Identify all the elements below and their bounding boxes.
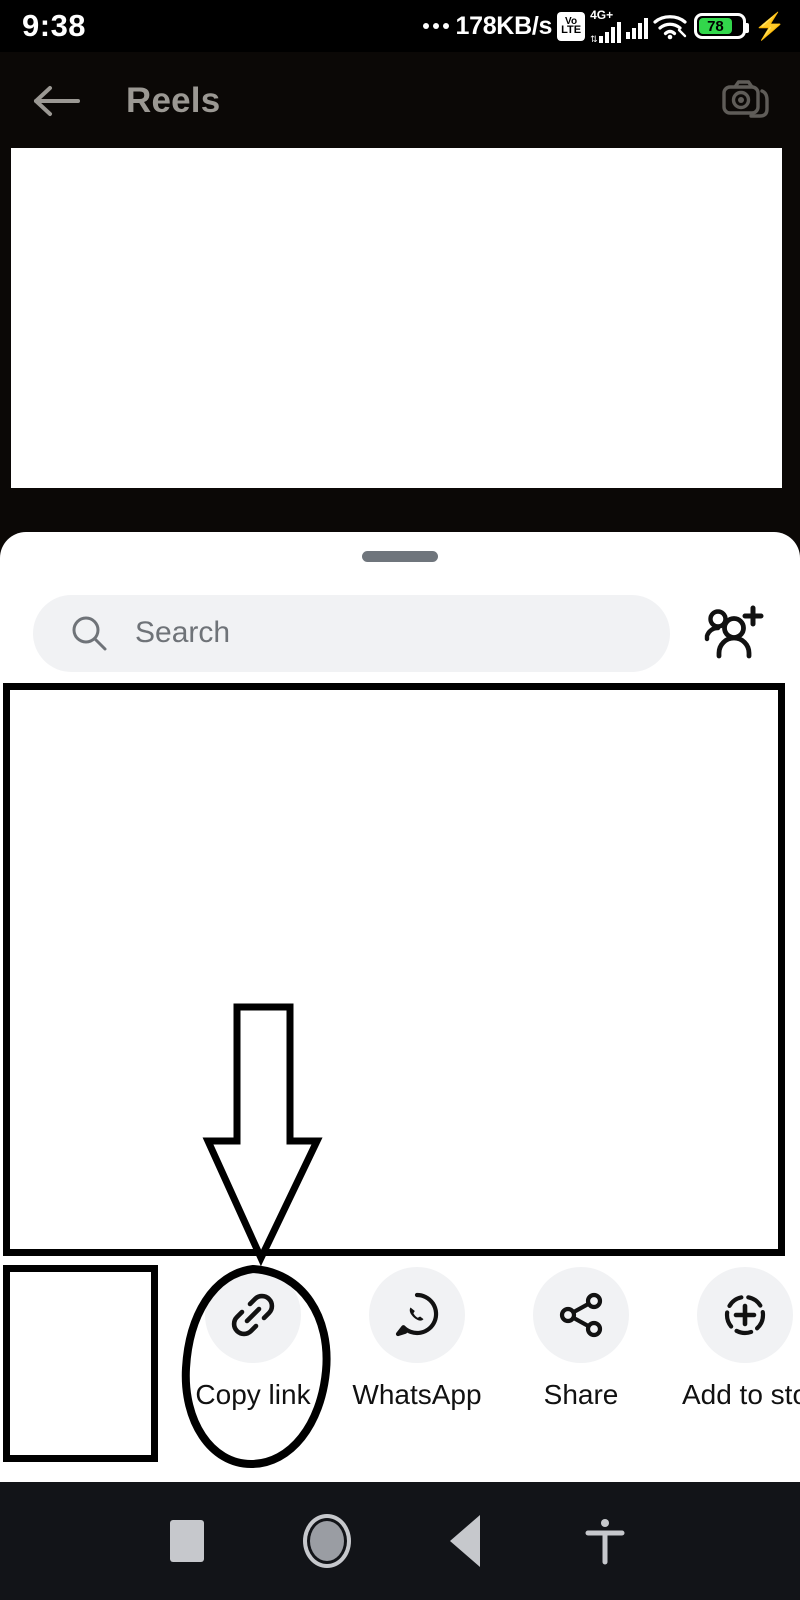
circle-icon[interactable] — [302, 1514, 351, 1568]
square-icon[interactable] — [169, 1520, 204, 1562]
battery-percent-label: 78 — [698, 18, 733, 35]
signal-bars-primary-icon: 4G+ ⇅ — [590, 7, 621, 44]
android-nav-bar — [0, 1482, 800, 1600]
camera-icon[interactable] — [718, 74, 772, 128]
share-button[interactable] — [533, 1267, 629, 1363]
phone-screen: 9:38 178KB/s Vo LTE 4G+ ⇅ 78 ⚡ Reels Sea… — [0, 0, 800, 1600]
triangle-back-icon[interactable] — [449, 1515, 480, 1567]
search-input[interactable]: Search — [33, 594, 670, 672]
search-placeholder: Search — [135, 616, 231, 649]
network-type-label: 4G+ — [590, 7, 614, 22]
signal-bars-secondary-icon — [625, 17, 648, 39]
wifi-icon — [653, 15, 687, 40]
status-bar: 9:38 178KB/s Vo LTE 4G+ ⇅ 78 ⚡ — [0, 0, 800, 52]
app-header: Reels — [0, 52, 800, 149]
charging-bolt-icon: ⚡ — [753, 10, 786, 41]
share-sheet: Search Copy link WhatsApp Share Add to s… — [0, 532, 800, 1482]
back-arrow-icon[interactable] — [28, 73, 84, 129]
add-to-story-icon — [724, 1294, 766, 1336]
data-updown-icon: ⇅ — [590, 33, 598, 44]
share-target-label: Share — [543, 1379, 619, 1410]
share-target-whatsapp[interactable]: WhatsApp — [335, 1267, 499, 1411]
status-bar-icons: 178KB/s Vo LTE 4G+ ⇅ 78 ⚡ — [422, 7, 786, 44]
status-bar-clock: 9:38 — [22, 8, 87, 43]
reel-video-area[interactable] — [11, 148, 782, 488]
overflow-dots-icon — [422, 23, 449, 29]
add-to-story-button[interactable] — [697, 1267, 793, 1363]
share-nodes-icon — [559, 1292, 603, 1338]
add-people-icon[interactable] — [694, 604, 772, 662]
search-row: Search — [0, 583, 800, 683]
accessibility-icon[interactable] — [579, 1515, 631, 1567]
share-target-label: WhatsApp — [352, 1379, 482, 1410]
whatsapp-button[interactable] — [369, 1267, 465, 1363]
share-target-label: Add to sto — [681, 1379, 800, 1410]
share-target-row: Copy link WhatsApp Share Add to sto — [0, 1267, 800, 1457]
drag-handle[interactable] — [362, 551, 438, 562]
share-target-copy-link[interactable]: Copy link — [171, 1267, 335, 1411]
search-icon — [72, 616, 107, 651]
share-target-share[interactable]: Share — [499, 1267, 663, 1411]
network-speed-label: 178KB/s — [455, 11, 553, 40]
volte-bottom-text: LTE — [561, 24, 582, 36]
share-target-add-to-story[interactable]: Add to sto — [663, 1267, 800, 1411]
link-icon — [231, 1293, 275, 1337]
volte-badge-icon: Vo LTE — [557, 11, 586, 41]
whatsapp-icon — [395, 1292, 439, 1337]
page-title: Reels — [126, 80, 221, 120]
copy-link-button[interactable] — [205, 1267, 301, 1363]
redacted-content-block — [3, 683, 785, 1256]
share-target-label: Copy link — [195, 1379, 311, 1410]
battery-icon: 78 — [693, 13, 749, 39]
